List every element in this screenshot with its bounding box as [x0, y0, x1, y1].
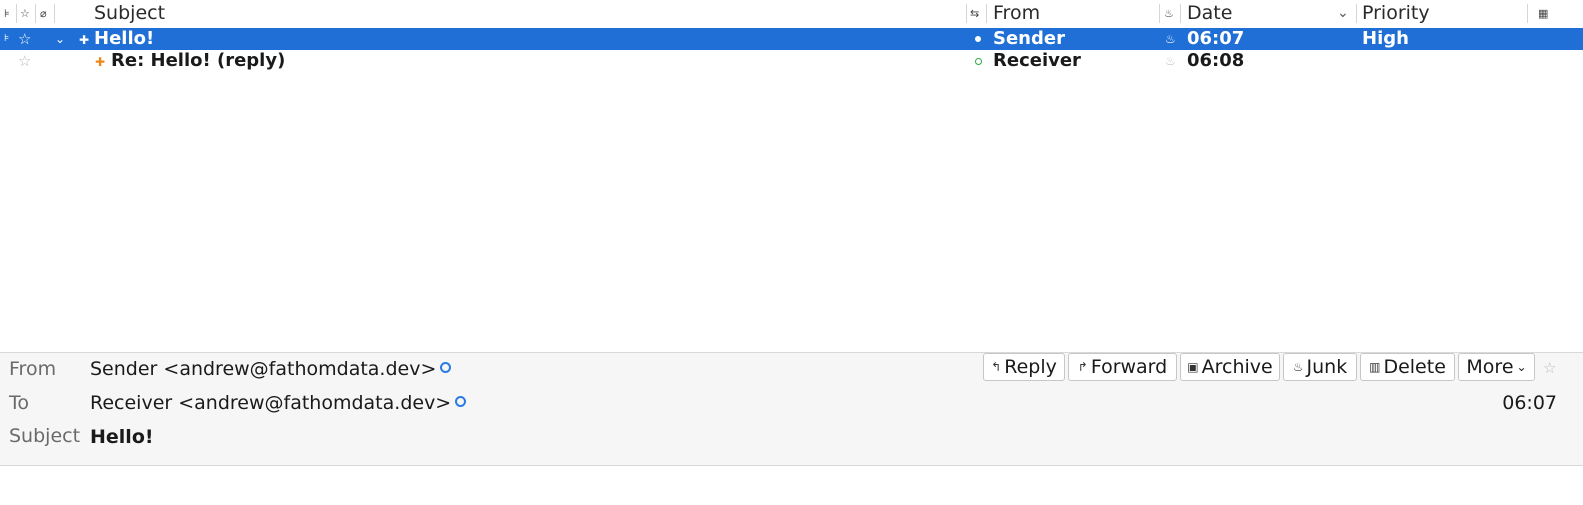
contact-icon[interactable]: [455, 396, 467, 407]
junk-label: Junk: [1306, 356, 1348, 378]
read-status-icon[interactable]: [975, 36, 981, 42]
new-message-icon: ✚: [79, 33, 90, 47]
to-address-text[interactable]: Receiver <andrew@fathomdata.dev>: [90, 392, 451, 414]
to-address[interactable]: Receiver <andrew@fathomdata.dev>: [90, 391, 467, 415]
column-separator[interactable]: [1356, 4, 1357, 23]
forward-icon: ↱: [1077, 360, 1088, 374]
junk-button[interactable]: ♨ Junk: [1283, 353, 1357, 381]
row-subject: Hello!: [94, 28, 155, 49]
junk-flame-icon[interactable]: ♨: [1165, 53, 1176, 69]
column-separator[interactable]: [1159, 4, 1160, 23]
column-date[interactable]: Date: [1187, 0, 1232, 27]
junk-flame-icon[interactable]: ♨: [1165, 31, 1176, 47]
column-header-row: ⊧ ☆ ⌀ Subject ⇆ From ♨ Date ⌄ Priority ▦: [0, 0, 1583, 27]
column-separator[interactable]: [35, 4, 36, 23]
message-header-pane: From Sender <andrew@fathomdata.dev> To R…: [0, 352, 1583, 466]
thread-row[interactable]: ☆ ✚ Re: Hello! (reply) Receiver ♨ 06:08: [0, 50, 1583, 72]
to-label: To: [9, 392, 30, 414]
thread-column-icon[interactable]: ⊧: [4, 8, 10, 19]
star-icon[interactable]: ☆: [18, 52, 31, 70]
archive-icon: ▣: [1187, 360, 1199, 374]
from-address-text[interactable]: Sender <andrew@fathomdata.dev>: [90, 358, 436, 380]
star-icon[interactable]: ☆: [18, 30, 31, 48]
row-priority: High: [1362, 28, 1409, 49]
column-separator[interactable]: [1527, 4, 1528, 23]
message-time: 06:07: [1502, 392, 1557, 414]
column-subject[interactable]: Subject: [94, 0, 165, 27]
chevron-down-icon: ⌄: [1516, 360, 1527, 374]
star-icon[interactable]: ☆: [1543, 359, 1556, 377]
sort-chevron-down-icon: ⌄: [1337, 5, 1349, 21]
contact-icon[interactable]: [440, 362, 452, 373]
more-button[interactable]: More ⌄: [1458, 353, 1535, 381]
chevron-down-icon[interactable]: ⌄: [55, 31, 65, 47]
subject-label: Subject: [9, 425, 81, 447]
delete-icon: ▥: [1369, 360, 1381, 374]
reply-button[interactable]: ↰ Reply: [983, 353, 1065, 381]
column-separator[interactable]: [54, 4, 55, 23]
row-date: 06:07: [1187, 28, 1245, 49]
column-picker-icon[interactable]: ▦: [1538, 8, 1548, 19]
from-address[interactable]: Sender <andrew@fathomdata.dev>: [90, 357, 452, 381]
thread-pane: ⊧ ☆ ⌀ Subject ⇆ From ♨ Date ⌄ Priority ▦…: [0, 0, 1583, 352]
archive-label: Archive: [1201, 356, 1273, 378]
row-date: 06:08: [1187, 50, 1245, 71]
archive-button[interactable]: ▣ Archive: [1180, 353, 1280, 381]
delete-button[interactable]: ▥ Delete: [1360, 353, 1455, 381]
column-from[interactable]: From: [993, 0, 1040, 27]
column-separator[interactable]: [16, 4, 17, 23]
subject-value: Hello!: [90, 426, 154, 448]
column-separator[interactable]: [966, 4, 967, 23]
row-from: Receiver: [993, 50, 1081, 71]
column-priority[interactable]: Priority: [1362, 0, 1430, 27]
forward-label: Forward: [1090, 356, 1168, 378]
correspondent-column-icon[interactable]: ⇆: [970, 8, 979, 19]
forward-button[interactable]: ↱ Forward: [1068, 353, 1177, 381]
column-separator[interactable]: [1180, 4, 1181, 23]
more-label: More: [1466, 356, 1514, 378]
junk-column-icon[interactable]: ♨: [1164, 8, 1174, 19]
thread-icon[interactable]: ⊧: [4, 34, 9, 44]
star-column-icon[interactable]: ☆: [20, 8, 30, 19]
reply-label: Reply: [1004, 356, 1057, 378]
reply-icon: ↰: [991, 360, 1002, 374]
row-subject: Re: Hello! (reply): [111, 50, 286, 71]
thread-row[interactable]: ⊧ ☆ ⌄ ✚ Hello! Sender ♨ 06:07 High: [0, 28, 1583, 50]
from-label: From: [9, 358, 57, 380]
junk-flame-icon: ♨: [1292, 360, 1304, 374]
reply-icon: ✚: [95, 55, 106, 69]
read-status-icon[interactable]: [975, 58, 982, 65]
delete-label: Delete: [1383, 356, 1446, 378]
row-from: Sender: [993, 28, 1065, 49]
attachment-column-icon[interactable]: ⌀: [40, 8, 47, 19]
column-separator[interactable]: [986, 4, 987, 23]
